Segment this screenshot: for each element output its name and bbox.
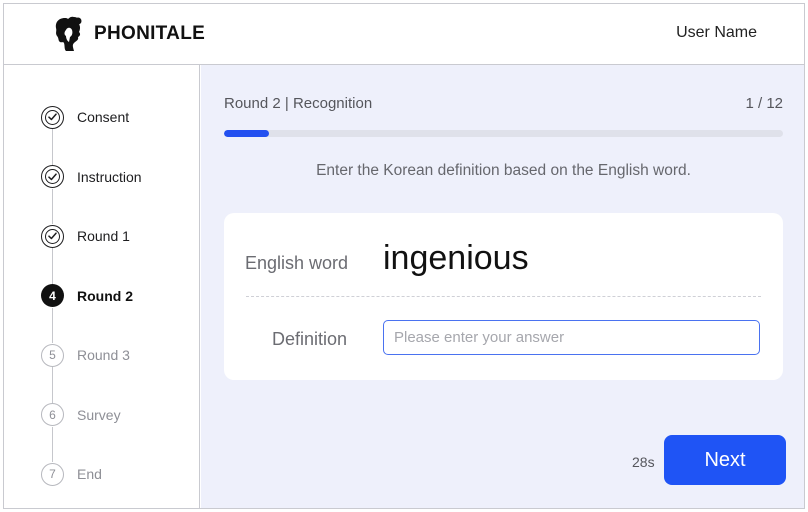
step-number-marker: 4	[41, 284, 64, 307]
step-label: End	[77, 466, 102, 482]
step-label: Round 3	[77, 347, 130, 363]
step-round-1: Round 1	[41, 224, 130, 248]
step-label: Survey	[77, 406, 121, 423]
step-connector	[52, 248, 53, 284]
task-panel: Round 2 | Recognition 1 / 12 Enter the K…	[201, 65, 804, 508]
timer: 28s	[632, 454, 655, 470]
step-instruction: Instruction	[41, 165, 142, 189]
step-label: Consent	[77, 109, 130, 125]
divider	[246, 296, 761, 297]
check-circle-icon	[41, 105, 64, 129]
question-counter: 1 / 12	[745, 95, 783, 112]
next-button[interactable]: Next	[664, 435, 786, 485]
step-label: Round 1	[77, 228, 130, 244]
logo[interactable]: PHONITALE	[52, 16, 205, 52]
round-title: Round 2 | Recognition	[224, 95, 373, 112]
step-connector	[52, 188, 53, 224]
step-round-2: 4 Round 2	[41, 284, 133, 308]
step-label: Round 2	[77, 287, 133, 304]
progress-bar	[224, 130, 783, 137]
check-circle-icon	[41, 165, 64, 188]
progress-sidebar: Consent Instruction Round 1 4 Round 2 5 Round …	[4, 65, 200, 508]
step-number-marker: 5	[41, 343, 64, 367]
step-connector	[52, 426, 53, 462]
app-window: PHONITALE User Name Consent Instruction Ro…	[3, 3, 805, 509]
english-word-label: English word	[245, 253, 349, 273]
step-end: 7 End	[41, 462, 102, 486]
definition-input[interactable]	[383, 320, 760, 355]
step-connector	[52, 367, 53, 403]
step-consent: Consent	[41, 105, 129, 129]
progress-bar-fill	[224, 130, 269, 137]
brand-name: PHONITALE	[94, 23, 206, 44]
woman-silhouette-icon	[52, 16, 84, 52]
user-name[interactable]: User Name	[676, 24, 757, 42]
english-word: ingenious	[383, 239, 529, 277]
check-circle-icon	[41, 224, 64, 248]
question-card: English word ingenious Definition	[224, 213, 783, 380]
step-number-marker: 7	[41, 462, 64, 486]
step-connector	[52, 307, 53, 343]
step-round-3: 5 Round 3	[41, 343, 130, 367]
instruction-text: Enter the Korean definition based on the…	[316, 162, 691, 179]
step-label: Instruction	[77, 168, 142, 185]
step-survey: 6 Survey	[41, 403, 121, 427]
step-connector	[52, 129, 53, 165]
definition-label: Definition	[272, 329, 348, 349]
step-number-marker: 6	[41, 403, 64, 426]
top-bar: PHONITALE User Name	[4, 4, 804, 65]
